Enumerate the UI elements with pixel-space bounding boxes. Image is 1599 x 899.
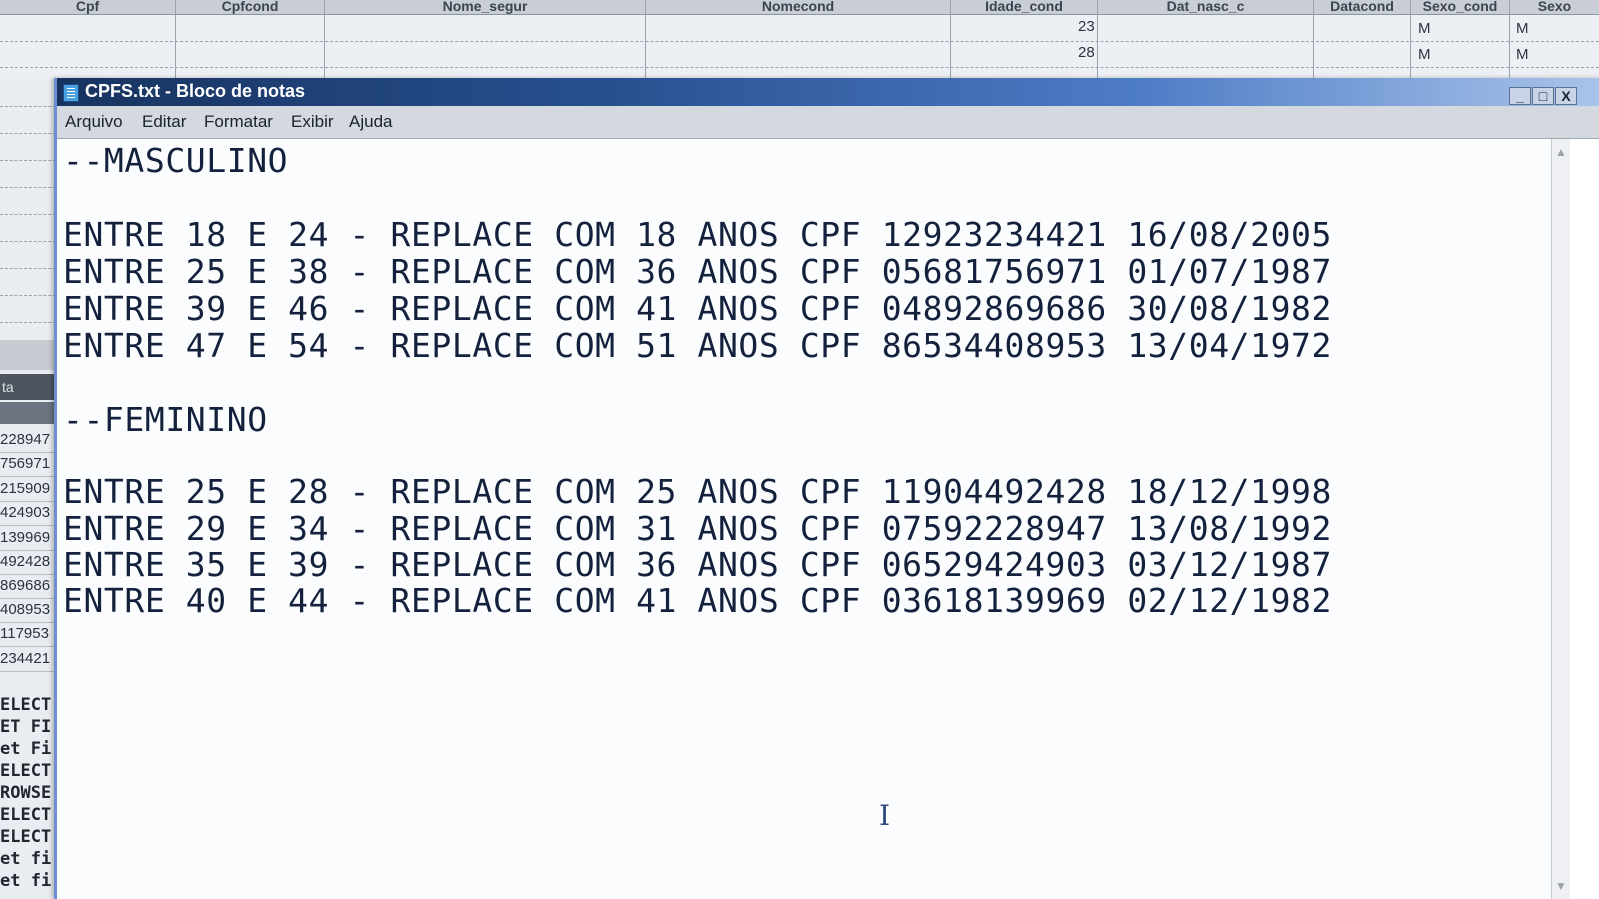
cell-sexo-cond: M — [1418, 20, 1431, 37]
list-item[interactable]: 234421 — [0, 647, 56, 672]
grid-line — [324, 0, 325, 80]
cell-sexo: M — [1516, 20, 1529, 37]
menu-ajuda[interactable]: Ajuda — [349, 112, 392, 132]
minimize-button[interactable]: _ — [1509, 87, 1531, 105]
menu-formatar[interactable]: Formatar — [204, 112, 273, 132]
scroll-up-arrow-icon[interactable]: ▲ — [1552, 143, 1570, 161]
list-item[interactable]: 424903 — [0, 501, 56, 526]
section-heading-masculino: --MASCULINO — [63, 141, 289, 180]
code-line: ELECT — [0, 805, 52, 825]
column-header-sexo[interactable]: Sexo — [1510, 0, 1599, 14]
list-item[interactable]: 139969 — [0, 526, 56, 551]
code-line: et fi — [0, 871, 52, 891]
text-line: ENTRE 47 E 54 - REPLACE COM 51 ANOS CPF … — [63, 326, 1332, 365]
code-line: ROWSE — [0, 783, 52, 803]
text-editor[interactable]: --MASCULINO ENTRE 18 E 24 - REPLACE COM … — [57, 139, 1551, 899]
list-item[interactable]: 117953 — [0, 622, 56, 647]
grid-line — [1410, 0, 1411, 80]
close-button[interactable]: X — [1555, 87, 1577, 105]
column-header-cpf[interactable]: Cpf — [0, 0, 176, 14]
spreadsheet-header: Cpf Cpfcond Nome_segur Nomecond Idade_co… — [0, 0, 1599, 15]
menu-arquivo[interactable]: Arquivo — [65, 112, 123, 132]
code-line: et fi — [0, 849, 52, 869]
column-header-dat-nasc-c[interactable]: Dat_nasc_c — [1098, 0, 1314, 14]
left-tab[interactable]: ta — [0, 374, 56, 400]
column-header-cpfcond[interactable]: Cpfcond — [176, 0, 325, 14]
grid-line — [950, 0, 951, 80]
text-line: ENTRE 35 E 39 - REPLACE COM 36 ANOS CPF … — [63, 545, 1332, 584]
list-item[interactable]: 756971 — [0, 452, 56, 477]
grid-line — [1509, 0, 1510, 80]
maximize-button[interactable]: □ — [1532, 87, 1554, 105]
menu-bar: Arquivo Editar Formatar Exibir Ajuda — [57, 106, 1599, 139]
column-header-datacond[interactable]: Datacond — [1314, 0, 1411, 14]
cell-sexo-cond: M — [1418, 46, 1431, 63]
notepad-window: CPFS.txt - Bloco de notas _ □ X Arquivo … — [54, 78, 1599, 899]
column-header-nome-segur[interactable]: Nome_segur — [325, 0, 646, 14]
vertical-scrollbar[interactable]: ▲ ▼ — [1551, 139, 1570, 899]
text-line: ENTRE 39 E 46 - REPLACE COM 41 ANOS CPF … — [63, 289, 1332, 328]
grid-line — [1097, 0, 1098, 80]
menu-exibir[interactable]: Exibir — [291, 112, 334, 132]
grid-line — [175, 0, 176, 80]
scroll-down-arrow-icon[interactable]: ▼ — [1552, 877, 1570, 895]
window-title: CPFS.txt - Bloco de notas — [85, 81, 306, 101]
notepad-icon[interactable] — [63, 84, 79, 102]
text-cursor-icon: I — [879, 799, 891, 832]
left-separator — [0, 340, 56, 370]
text-line: ENTRE 18 E 24 - REPLACE COM 18 ANOS CPF … — [63, 215, 1332, 254]
list-item[interactable]: 869686 — [0, 574, 56, 599]
table-row[interactable]: 23 M M — [0, 15, 1599, 42]
list-item[interactable]: 215909 — [0, 477, 56, 502]
section-heading-feminino: --FEMININO — [63, 400, 268, 439]
menu-editar[interactable]: Editar — [142, 112, 186, 132]
list-item[interactable]: 228947 — [0, 428, 56, 453]
text-line: ENTRE 29 E 34 - REPLACE COM 31 ANOS CPF … — [63, 509, 1332, 548]
cell-idade: 23 — [1078, 18, 1095, 35]
column-header-sexo-cond[interactable]: Sexo_cond — [1411, 0, 1510, 14]
code-line: ELECT — [0, 827, 52, 847]
text-line: ENTRE 25 E 38 - REPLACE COM 36 ANOS CPF … — [63, 252, 1332, 291]
left-tab-secondary[interactable] — [0, 402, 56, 424]
column-header-nomecond[interactable]: Nomecond — [646, 0, 951, 14]
left-grid — [0, 80, 56, 340]
text-line: ENTRE 40 E 44 - REPLACE COM 41 ANOS CPF … — [63, 581, 1332, 620]
cell-sexo: M — [1516, 46, 1529, 63]
code-line: ELECT — [0, 695, 52, 715]
cell-idade: 28 — [1078, 44, 1095, 61]
title-bar[interactable]: CPFS.txt - Bloco de notas _ □ X — [57, 78, 1599, 106]
text-line: ENTRE 25 E 28 - REPLACE COM 25 ANOS CPF … — [63, 472, 1332, 511]
code-line: et Fi — [0, 739, 52, 759]
list-item[interactable]: 408953 — [0, 598, 56, 623]
code-line: ET FI — [0, 717, 52, 737]
grid-line — [1313, 0, 1314, 80]
column-header-idade-cond[interactable]: Idade_cond — [951, 0, 1098, 14]
table-row[interactable]: 28 M M — [0, 41, 1599, 68]
list-item[interactable]: 492428 — [0, 550, 56, 575]
grid-line — [645, 0, 646, 80]
code-line: ELECT — [0, 761, 52, 781]
